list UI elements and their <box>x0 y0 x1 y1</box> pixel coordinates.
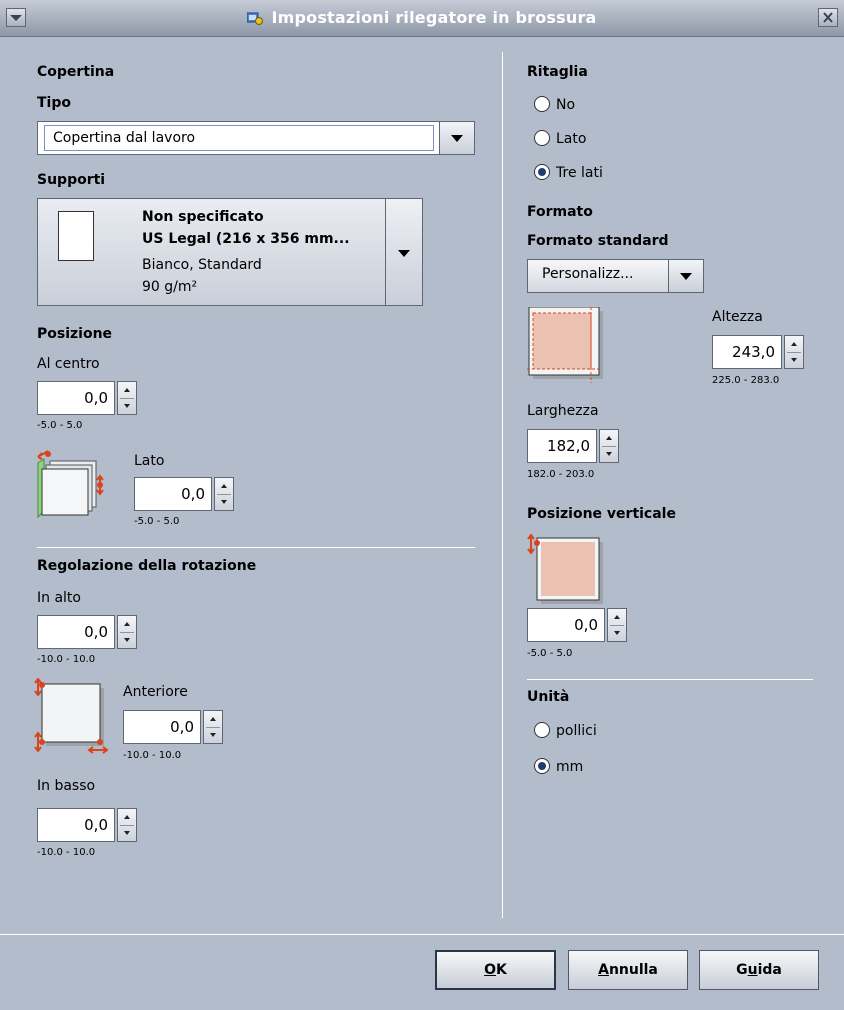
larghezza-input[interactable]: 182,0 <box>527 429 597 463</box>
in-alto-stepper[interactable] <box>117 615 137 649</box>
annulla-label-rest: nnulla <box>608 962 658 978</box>
supporti-label: Supporti <box>37 172 106 188</box>
posizione-verticale-header: Posizione verticale <box>527 506 676 522</box>
altezza-input[interactable]: 243,0 <box>712 335 782 369</box>
chevron-down-icon[interactable] <box>439 122 474 154</box>
divider <box>527 679 813 680</box>
chevron-down-icon <box>398 250 410 257</box>
formato-header: Formato <box>527 204 593 220</box>
radio-circle-selected <box>534 758 550 774</box>
radio-circle <box>534 722 550 738</box>
radio-circle-selected <box>534 164 550 180</box>
supporti-line3: Bianco, Standard <box>142 257 262 273</box>
in-alto-input[interactable]: 0,0 <box>37 615 115 649</box>
unita-header: Unità <box>527 689 570 705</box>
radio-label: No <box>556 97 576 113</box>
rotazione-header: Regolazione della rotazione <box>37 558 257 574</box>
side-position-icon <box>34 449 114 519</box>
ritaglia-header: Ritaglia <box>527 64 588 80</box>
guida-label-rest: ida <box>757 962 782 978</box>
in-basso-range: -10.0 - 10.0 <box>37 847 96 858</box>
supporti-dropdown-button[interactable] <box>385 198 423 306</box>
lato-range: -5.0 - 5.0 <box>134 516 180 527</box>
trim-size-icon <box>527 306 607 385</box>
guida-button[interactable]: Guida <box>699 950 819 990</box>
posizione-verticale-input[interactable]: 0,0 <box>527 608 605 642</box>
vertical-position-icon <box>523 533 605 604</box>
al-centro-range: -5.0 - 5.0 <box>37 420 83 431</box>
larghezza-label: Larghezza <box>527 403 599 419</box>
tipo-combo-value: Copertina dal lavoro <box>44 125 434 151</box>
window-title: Impostazioni rilegatore in brossura <box>0 0 844 36</box>
radio-circle <box>534 130 550 146</box>
supporti-line2: US Legal (216 x 356 mm... <box>142 231 350 247</box>
supporti-selector[interactable]: Non specificato US Legal (216 x 356 mm..… <box>37 198 423 306</box>
in-alto-label: In alto <box>37 590 81 606</box>
radio-circle <box>534 96 550 112</box>
guida-mnemonic: u <box>747 962 758 978</box>
supporti-line1: Non specificato <box>142 209 264 225</box>
altezza-label: Altezza <box>712 309 763 325</box>
tipo-label: Tipo <box>37 95 71 111</box>
anteriore-label: Anteriore <box>123 684 188 700</box>
lato-stepper[interactable] <box>214 477 234 511</box>
anteriore-input[interactable]: 0,0 <box>123 710 201 744</box>
anteriore-range: -10.0 - 10.0 <box>123 750 182 761</box>
footer-divider <box>0 934 844 935</box>
altezza-stepper[interactable] <box>784 335 804 369</box>
in-basso-label: In basso <box>37 778 96 794</box>
radio-label: Lato <box>556 131 587 147</box>
tipo-combo[interactable]: Copertina dal lavoro <box>37 121 475 155</box>
al-centro-label: Al centro <box>37 356 100 372</box>
radio-label: pollici <box>556 723 597 739</box>
close-icon[interactable] <box>818 8 838 27</box>
in-basso-stepper[interactable] <box>117 808 137 842</box>
posizione-verticale-range: -5.0 - 5.0 <box>527 648 573 659</box>
radio-label: mm <box>556 759 584 775</box>
window-title-text: Impostazioni rilegatore in brossura <box>271 8 597 27</box>
posizione-header: Posizione <box>37 326 113 342</box>
in-alto-range: -10.0 - 10.0 <box>37 654 96 665</box>
divider <box>37 547 475 548</box>
lato-input[interactable]: 0,0 <box>134 477 212 511</box>
settings-app-icon <box>246 2 264 25</box>
annulla-mnemonic: A <box>598 962 609 978</box>
anteriore-stepper[interactable] <box>203 710 223 744</box>
posizione-verticale-stepper[interactable] <box>607 608 627 642</box>
larghezza-stepper[interactable] <box>599 429 619 463</box>
in-basso-input[interactable]: 0,0 <box>37 808 115 842</box>
altezza-range: 225.0 - 283.0 <box>712 375 780 386</box>
guida-label-pre: G <box>736 962 748 978</box>
formato-standard-combo[interactable]: Personalizz... <box>527 259 704 293</box>
ok-mnemonic: O <box>484 962 497 978</box>
copertina-header: Copertina <box>37 64 115 80</box>
supporti-line4: 90 g/m² <box>142 279 198 295</box>
paper-sheet-icon <box>58 211 94 261</box>
column-divider <box>502 52 503 918</box>
title-bar: Impostazioni rilegatore in brossura <box>0 0 844 37</box>
formato-standard-label: Formato standard <box>527 233 669 249</box>
rotation-adjust-icon <box>30 677 110 758</box>
chevron-down-icon[interactable] <box>668 260 703 292</box>
al-centro-stepper[interactable] <box>117 381 137 415</box>
annulla-button[interactable]: Annulla <box>568 950 688 990</box>
lato-label: Lato <box>134 453 165 469</box>
ok-label-rest: K <box>496 962 507 978</box>
ok-button[interactable]: OK <box>435 950 556 990</box>
al-centro-input[interactable]: 0,0 <box>37 381 115 415</box>
formato-standard-value: Personalizz... <box>542 266 634 282</box>
radio-label: Tre lati <box>556 165 603 181</box>
larghezza-range: 182.0 - 203.0 <box>527 469 595 480</box>
